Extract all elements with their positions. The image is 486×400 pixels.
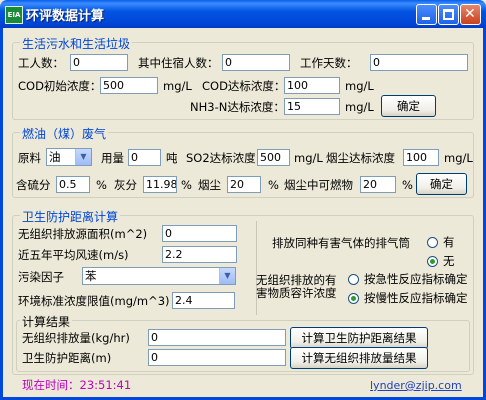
calc-distance-button[interactable]: 计算卫生防护距离结果 xyxy=(290,327,428,349)
wind-input[interactable]: 2.2 xyxy=(162,246,237,263)
chevron-down-icon[interactable]: ▼ xyxy=(219,268,235,284)
residents-input[interactable]: 0 xyxy=(222,54,290,71)
workers-input[interactable]: 0 xyxy=(70,54,128,71)
so2-unit: mg/L xyxy=(294,151,323,165)
sulfur-label: 含硫分 xyxy=(16,178,51,192)
emission-output[interactable]: 0 xyxy=(148,329,286,346)
usage-unit: 吨 xyxy=(166,151,178,165)
result-group-title: 计算结果 xyxy=(20,313,73,330)
nh3-label: NH3-N达标浓度： xyxy=(190,100,285,114)
acute-label[interactable]: 按急性反应指标确定 xyxy=(364,271,468,287)
combustible-unit: % xyxy=(402,178,413,192)
sewage-group-title: 生活污水和生活垃圾 xyxy=(20,35,133,52)
smoke-input[interactable]: 100 xyxy=(403,149,439,166)
cod-standard-unit: mg/L xyxy=(345,79,374,93)
usage-label: 用量 xyxy=(101,151,124,165)
title-bar[interactable]: EIA 环评数据计算 ✕ xyxy=(0,0,486,28)
chronic-radio[interactable] xyxy=(348,293,359,304)
fuel-group-title: 燃油（煤）废气 xyxy=(20,125,109,142)
stack-yes-label[interactable]: 有 xyxy=(443,234,455,250)
stack-no-label[interactable]: 无 xyxy=(443,253,455,269)
dust-label: 烟尘 xyxy=(198,178,221,192)
residents-label: 其中住宿人数： xyxy=(138,56,219,70)
author-email-link[interactable]: lynder@zjip.com xyxy=(370,378,462,394)
material-label: 原料 xyxy=(18,151,41,165)
stack-yes-radio[interactable] xyxy=(427,237,438,248)
acute-radio[interactable] xyxy=(348,274,359,285)
limit-input[interactable]: 2.4 xyxy=(172,292,235,309)
current-time: 现在时间：23:51:41 xyxy=(22,378,132,392)
ash-unit: % xyxy=(181,178,192,192)
ash-label: 灰分 xyxy=(114,178,137,192)
workdays-label: 工作天数： xyxy=(300,56,358,70)
dust-input[interactable]: 20 xyxy=(227,176,261,193)
cod-initial-input[interactable]: 500 xyxy=(100,77,158,94)
distance-group-title: 卫生防护距离计算 xyxy=(20,208,121,225)
maximize-icon xyxy=(443,9,454,20)
sulfur-unit: % xyxy=(96,178,107,192)
app-icon: EIA xyxy=(5,6,23,24)
combustible-input[interactable]: 20 xyxy=(360,176,396,193)
cod-initial-unit: mg/L xyxy=(163,79,192,93)
wind-label: 近五年平均风速(m/s) xyxy=(18,248,129,262)
minimize-button[interactable] xyxy=(416,4,437,25)
workers-label: 工人数： xyxy=(18,56,64,70)
cod-standard-label: COD达标浓度： xyxy=(202,79,286,93)
cod-initial-label: COD初始浓度： xyxy=(18,79,102,93)
pollutant-select-value: 苯 xyxy=(85,269,97,283)
window-title: 环评数据计算 xyxy=(26,9,105,24)
nh3-unit: mg/L xyxy=(345,100,374,114)
material-select-value: 油 xyxy=(49,150,61,164)
so2-label: SO2达标浓度 xyxy=(186,151,256,165)
chevron-down-icon[interactable]: ▼ xyxy=(75,149,91,165)
minimize-icon xyxy=(422,17,430,20)
pollutant-label: 污染因子 xyxy=(18,270,64,284)
maximize-button[interactable] xyxy=(438,4,459,25)
emission-label: 无组织排放量(kg/hr) xyxy=(22,331,130,345)
chronic-label[interactable]: 按慢性反应指标确定 xyxy=(364,290,468,306)
workdays-input[interactable]: 0 xyxy=(370,54,468,71)
material-select[interactable]: 油 ▼ xyxy=(46,148,92,166)
ash-input[interactable]: 11.98 xyxy=(143,176,177,193)
cod-standard-input[interactable]: 100 xyxy=(284,77,340,94)
area-label: 无组织排放源面积(m^2) xyxy=(18,227,148,241)
protect-label: 卫生防护距离(m) xyxy=(22,351,112,365)
protect-output[interactable]: 0 xyxy=(148,349,286,366)
sulfur-input[interactable]: 0.5 xyxy=(56,176,90,193)
stack-label: 排放同种有害气体的排气筒 xyxy=(272,236,410,250)
so2-input[interactable]: 500 xyxy=(257,149,290,166)
combustible-label: 烟尘中可燃物 xyxy=(284,178,353,192)
usage-input[interactable]: 0 xyxy=(128,149,161,166)
sewage-confirm-button[interactable]: 确定 xyxy=(381,95,436,117)
stack-no-radio[interactable] xyxy=(427,256,438,267)
dust-unit: % xyxy=(268,178,279,192)
allow-label-2: 害物质容许浓度 xyxy=(256,286,337,300)
smoke-unit: mg/L xyxy=(444,151,473,165)
fuel-confirm-button[interactable]: 确定 xyxy=(416,173,467,195)
smoke-label: 烟尘达标浓度 xyxy=(326,151,395,165)
calc-emission-button[interactable]: 计算无组织排放量结果 xyxy=(290,347,428,369)
close-icon: ✕ xyxy=(464,6,476,22)
nh3-input[interactable]: 15 xyxy=(284,98,340,115)
pollutant-select[interactable]: 苯 ▼ xyxy=(82,267,236,285)
limit-label: 环境标准浓度限值(mg/m^3) xyxy=(18,294,170,308)
close-button[interactable]: ✕ xyxy=(460,4,481,25)
area-input[interactable]: 0 xyxy=(162,225,237,242)
